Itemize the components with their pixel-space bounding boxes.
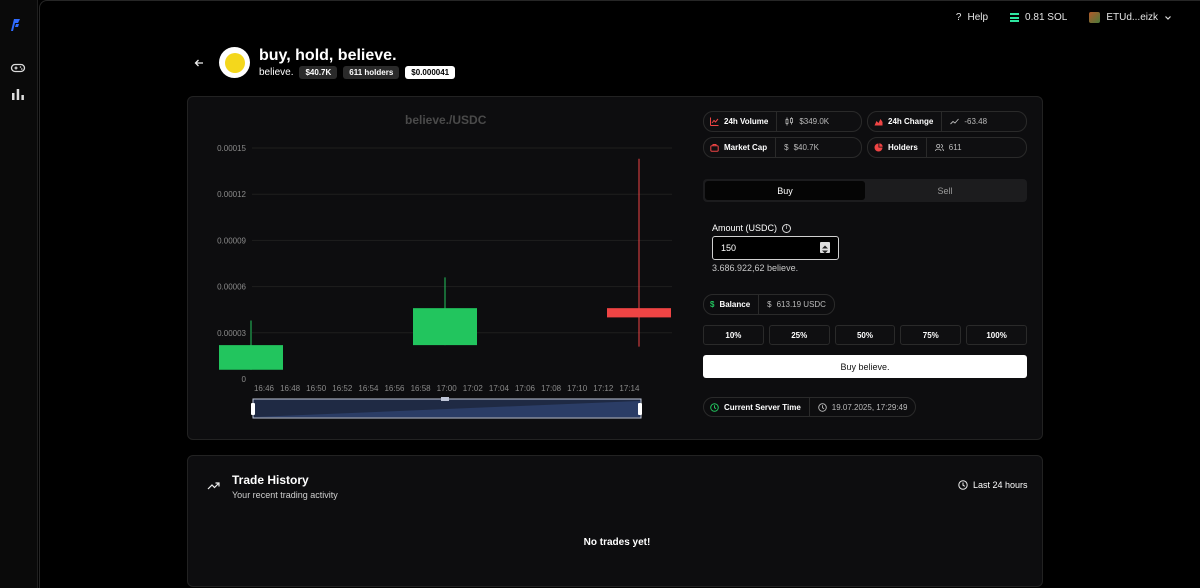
x-tick-label: 16:56 [384,384,405,393]
candle-body[interactable] [219,345,283,370]
no-trades-text: No trades yet! [583,537,651,548]
tab-buy[interactable]: Buy [705,181,865,200]
wallet-avatar [1089,12,1101,23]
y-tick-label: 0.00015 [217,144,246,153]
holders-chip: 611 holders [343,66,400,79]
stat-24h-volume: 24h Volume $349.0K [703,111,862,132]
server-time-pill: Current Server Time 19.07.2025, 17:29:49 [703,397,917,417]
x-tick-label: 17:12 [593,384,614,393]
chart-pair-title: believe./USDC [405,113,487,127]
trending-up-icon [207,482,220,490]
y-tick-label: 0.00012 [217,190,246,199]
dollar-icon: $ [767,300,772,309]
users-icon [934,143,944,152]
x-tick-label: 16:48 [280,384,301,393]
history-range[interactable]: Last 24 hours [958,480,1028,490]
conversion-text: 3.686.922,62 believe. [712,263,799,273]
stat-24h-change: 24h Change -63.48 [867,111,1027,132]
y-tick-label: 0.00009 [217,236,246,245]
buy-sell-tabs: Buy Sell [703,179,1027,202]
candle-body[interactable] [413,308,477,346]
back-arrow-icon[interactable] [193,57,205,69]
stat-holders: Holders 611 [867,137,1027,158]
volume-chart-icon [710,117,719,126]
token-logo-icon [224,52,245,73]
bar-chart-icon[interactable] [10,86,26,102]
market-cap-chip: $40.7K [299,66,338,79]
x-tick-label: 17:04 [489,384,510,393]
clock-icon [818,402,827,412]
candles-icon [785,117,794,126]
x-tick-label: 16:50 [306,384,327,393]
candle-body[interactable] [607,308,671,318]
solana-icon [1010,13,1020,22]
x-tick-label: 16:52 [332,384,353,393]
x-tick-label: 17:02 [463,384,484,393]
pct-75-button[interactable]: 75% [900,325,962,345]
x-tick-label: 17:00 [437,384,458,393]
price-chip: $0.000041 [405,66,456,79]
gamepad-icon[interactable] [10,60,26,76]
tab-sell[interactable]: Sell [865,181,1025,200]
amount-stepper[interactable] [820,242,830,254]
pct-100-button[interactable]: 100% [966,325,1027,345]
area-chart-icon [874,119,883,126]
amount-label: Amount (USDC) i [712,223,792,233]
clock-icon [958,480,968,490]
x-tick-label: 16:58 [411,384,432,393]
sol-balance[interactable]: 0.81 SOL [1010,12,1067,23]
stat-market-cap: Market Cap $ $40.7K [703,137,862,158]
x-tick-label: 17:08 [541,384,562,393]
price-chart[interactable]: 0 0.00003 0.00006 0.00009 0.00012 0.00015 16:4… [200,135,680,425]
token-name: buy, hold, believe. [259,47,397,64]
trade-history-title: Trade History [232,473,309,487]
wallet-menu-button[interactable]: ETUd...eizk [1089,12,1172,23]
trade-history-card [187,455,1043,587]
clock-green-icon [710,402,719,412]
range-navigator[interactable] [251,397,642,419]
pct-50-button[interactable]: 50% [834,325,896,345]
dollar-icon: $ [784,143,789,152]
top-bar: ? Help 0.81 SOL ETUd...eizk [956,12,1172,23]
trend-line-icon [950,118,960,125]
briefcase-icon [710,144,719,152]
pie-chart-icon [874,143,883,152]
question-icon: ? [955,12,962,23]
x-tick-label: 16:54 [358,384,379,393]
token-meta: believe. $40.7K 611 holders $0.000041 [259,66,456,79]
chevron-down-icon [1165,15,1171,20]
token-symbol: believe. [259,67,294,78]
side-rail [0,0,38,588]
help-button[interactable]: ? Help [956,12,988,23]
balance-pill: $ Balance $ 613.19 USDC [703,294,835,315]
pct-10-button[interactable]: 10% [703,325,764,345]
pct-25-button[interactable]: 25% [768,325,830,345]
x-tick-label: 16:46 [254,384,275,393]
y-tick-label: 0.00003 [217,329,246,338]
percent-buttons: 10% 25% 50% 75% 100% [703,325,1027,345]
y-tick-label: 0.00006 [217,283,246,292]
x-tick-label: 17:10 [567,384,588,393]
info-icon[interactable]: i [782,223,792,233]
dollar-green-icon: $ [710,300,715,309]
trade-history-subtitle: Your recent trading activity [232,490,338,500]
y-tick-label: 0 [242,375,247,384]
x-tick-label: 17:14 [619,384,640,393]
buy-token-button[interactable]: Buy believe. [703,355,1027,378]
app-logo-icon[interactable] [11,18,25,34]
x-tick-label: 17:06 [515,384,536,393]
token-logo [219,47,250,78]
